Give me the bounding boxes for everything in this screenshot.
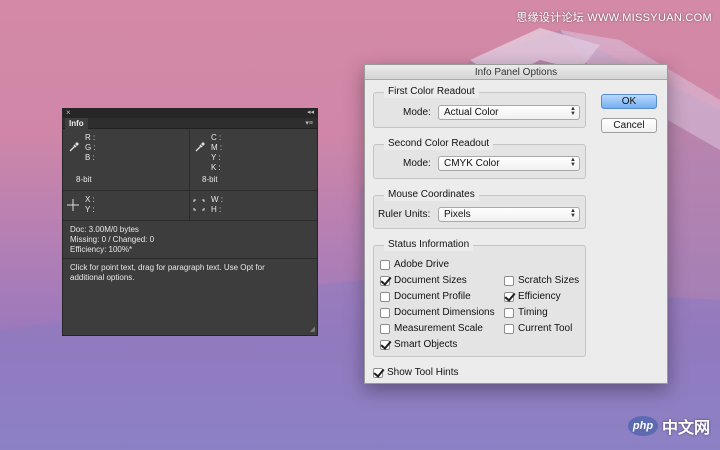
checkbox-label: Document Sizes [394,275,467,286]
ruler-units-value: Pixels [444,209,471,220]
ok-button[interactable]: OK [601,94,657,109]
php-logo: php 中文网 [627,414,710,438]
group-label: First Color Readout [384,86,479,98]
rgb-bitdepth: 8-bit [76,175,92,184]
chevron-updown-icon: ▲ ▼ [570,208,576,219]
group-label: Status Information [384,239,474,251]
rgb-g-label: G : [85,143,96,152]
status-info-block: Doc: 3.00M/0 bytes Missing: 0 / Changed:… [63,221,317,259]
group-label: Second Color Readout [384,138,494,150]
scratch-sizes-checkbox[interactable]: Scratch Sizes [504,275,579,287]
info-panel-tabbar: Info ▾≡ [63,118,317,129]
selection-size-icon [193,199,205,211]
missing-changed-text: Missing: 0 / Changed: 0 [70,235,155,244]
second-mode-value: CMYK Color [444,158,500,169]
php-logo-text: 中文网 [661,420,710,437]
second-mode-select[interactable]: CMYK Color ▲ ▼ [438,156,580,171]
column-divider [189,191,190,220]
document-dimensions-checkbox[interactable]: Document Dimensions [380,307,495,319]
cancel-button[interactable]: Cancel [601,118,657,133]
current-tool-checkbox[interactable]: Current Tool [504,323,572,335]
checkbox-box[interactable] [380,276,390,286]
checkbox-box[interactable] [380,324,390,334]
coordinate-row: X : Y : W : H : [63,191,317,221]
color-readout-row: R : G : B : 8-bit C : M : Y : K : 8-bit [63,129,317,191]
eyedropper-icon [69,142,79,152]
ruler-units-label: Ruler Units: [378,209,431,220]
checkbox-label: Adobe Drive [394,259,450,270]
watermark-text: 思缘设计论坛 WWW.MISSYUAN.COM [516,12,712,24]
panel-menu-icon[interactable]: ▾≡ [305,119,313,127]
php-logo-mark: php [627,416,658,436]
group-label: Mouse Coordinates [384,189,479,201]
first-mode-select[interactable]: Actual Color ▲ ▼ [438,105,580,120]
cmyk-m-label: M : [211,143,223,152]
cmyk-k-label: K : [211,163,221,172]
rgb-r-label: R : [85,133,96,142]
checkbox-label: Smart Objects [394,339,458,350]
efficiency-text: Efficiency: 100%* [70,245,133,254]
w-label: W : [211,195,223,204]
close-icon[interactable]: × [66,108,71,117]
y-label: Y : [85,205,95,214]
crosshair-icon [67,199,79,211]
checkbox-box[interactable] [373,368,383,378]
cmyk-bitdepth: 8-bit [202,175,218,184]
ruler-units-select[interactable]: Pixels ▲ ▼ [438,207,580,222]
info-panel-options-dialog: Info Panel Options First Color Readout M… [364,64,668,384]
checkbox-box[interactable] [380,340,390,350]
tool-hint-text: Click for point text, drag for paragraph… [63,259,317,287]
cmyk-c-label: C : [211,133,222,142]
timing-checkbox[interactable]: Timing [504,307,548,319]
checkbox-label: Document Dimensions [394,307,495,318]
checkbox-label: Efficiency [518,291,561,302]
checkbox-box[interactable] [504,324,514,334]
chevron-updown-icon: ▲ ▼ [570,106,576,117]
tool-hint-line: additional options. [70,273,135,282]
checkbox-label: Scratch Sizes [518,275,580,286]
checkbox-box[interactable] [504,308,514,318]
dialog-title: Info Panel Options [365,65,667,80]
second-color-readout-group: Second Color Readout Mode: CMYK Color ▲ ▼ [373,138,586,179]
x-label: X : [85,195,95,204]
column-divider [189,129,190,190]
status-information-group: Status Information Adobe Drive Document … [373,239,586,357]
checkbox-box[interactable] [380,260,390,270]
checkbox-label: Timing [518,307,548,318]
tab-info[interactable]: Info [65,118,88,129]
cmyk-y-label: Y : [211,153,221,162]
resize-grip-icon[interactable]: ◢ [310,325,315,333]
info-panel-titlebar[interactable]: × ◂◂ [63,108,317,118]
eyedropper-icon [195,142,205,152]
document-sizes-checkbox[interactable]: Document Sizes [380,275,467,287]
rgb-b-label: B : [85,153,95,162]
collapse-icon[interactable]: ◂◂ [307,108,314,116]
mode-label: Mode: [403,158,431,169]
checkbox-label: Measurement Scale [394,323,483,334]
checkbox-label: Show Tool Hints [387,367,459,378]
efficiency-checkbox[interactable]: Efficiency [504,291,561,303]
first-color-readout-group: First Color Readout Mode: Actual Color ▲… [373,86,586,128]
first-mode-value: Actual Color [444,107,499,118]
checkbox-label: Current Tool [518,323,573,334]
checkbox-box[interactable] [504,276,514,286]
chevron-updown-icon: ▲ ▼ [570,157,576,168]
info-panel: × ◂◂ Info ▾≡ R : G : B : 8-bit C : M : Y… [62,108,318,336]
adobe-drive-checkbox[interactable]: Adobe Drive [380,259,449,271]
measurement-scale-checkbox[interactable]: Measurement Scale [380,323,483,335]
doc-size-text: Doc: 3.00M/0 bytes [70,225,139,234]
checkbox-box[interactable] [504,292,514,302]
h-label: H : [211,205,222,214]
checkbox-label: Document Profile [394,291,471,302]
show-tool-hints-checkbox[interactable]: Show Tool Hints [373,367,459,379]
checkbox-box[interactable] [380,308,390,318]
checkbox-box[interactable] [380,292,390,302]
mode-label: Mode: [403,107,431,118]
document-profile-checkbox[interactable]: Document Profile [380,291,471,303]
smart-objects-checkbox[interactable]: Smart Objects [380,339,457,351]
mouse-coordinates-group: Mouse Coordinates Ruler Units: Pixels ▲ ▼ [373,189,586,229]
tool-hint-line: Click for point text, drag for paragraph… [70,263,265,272]
